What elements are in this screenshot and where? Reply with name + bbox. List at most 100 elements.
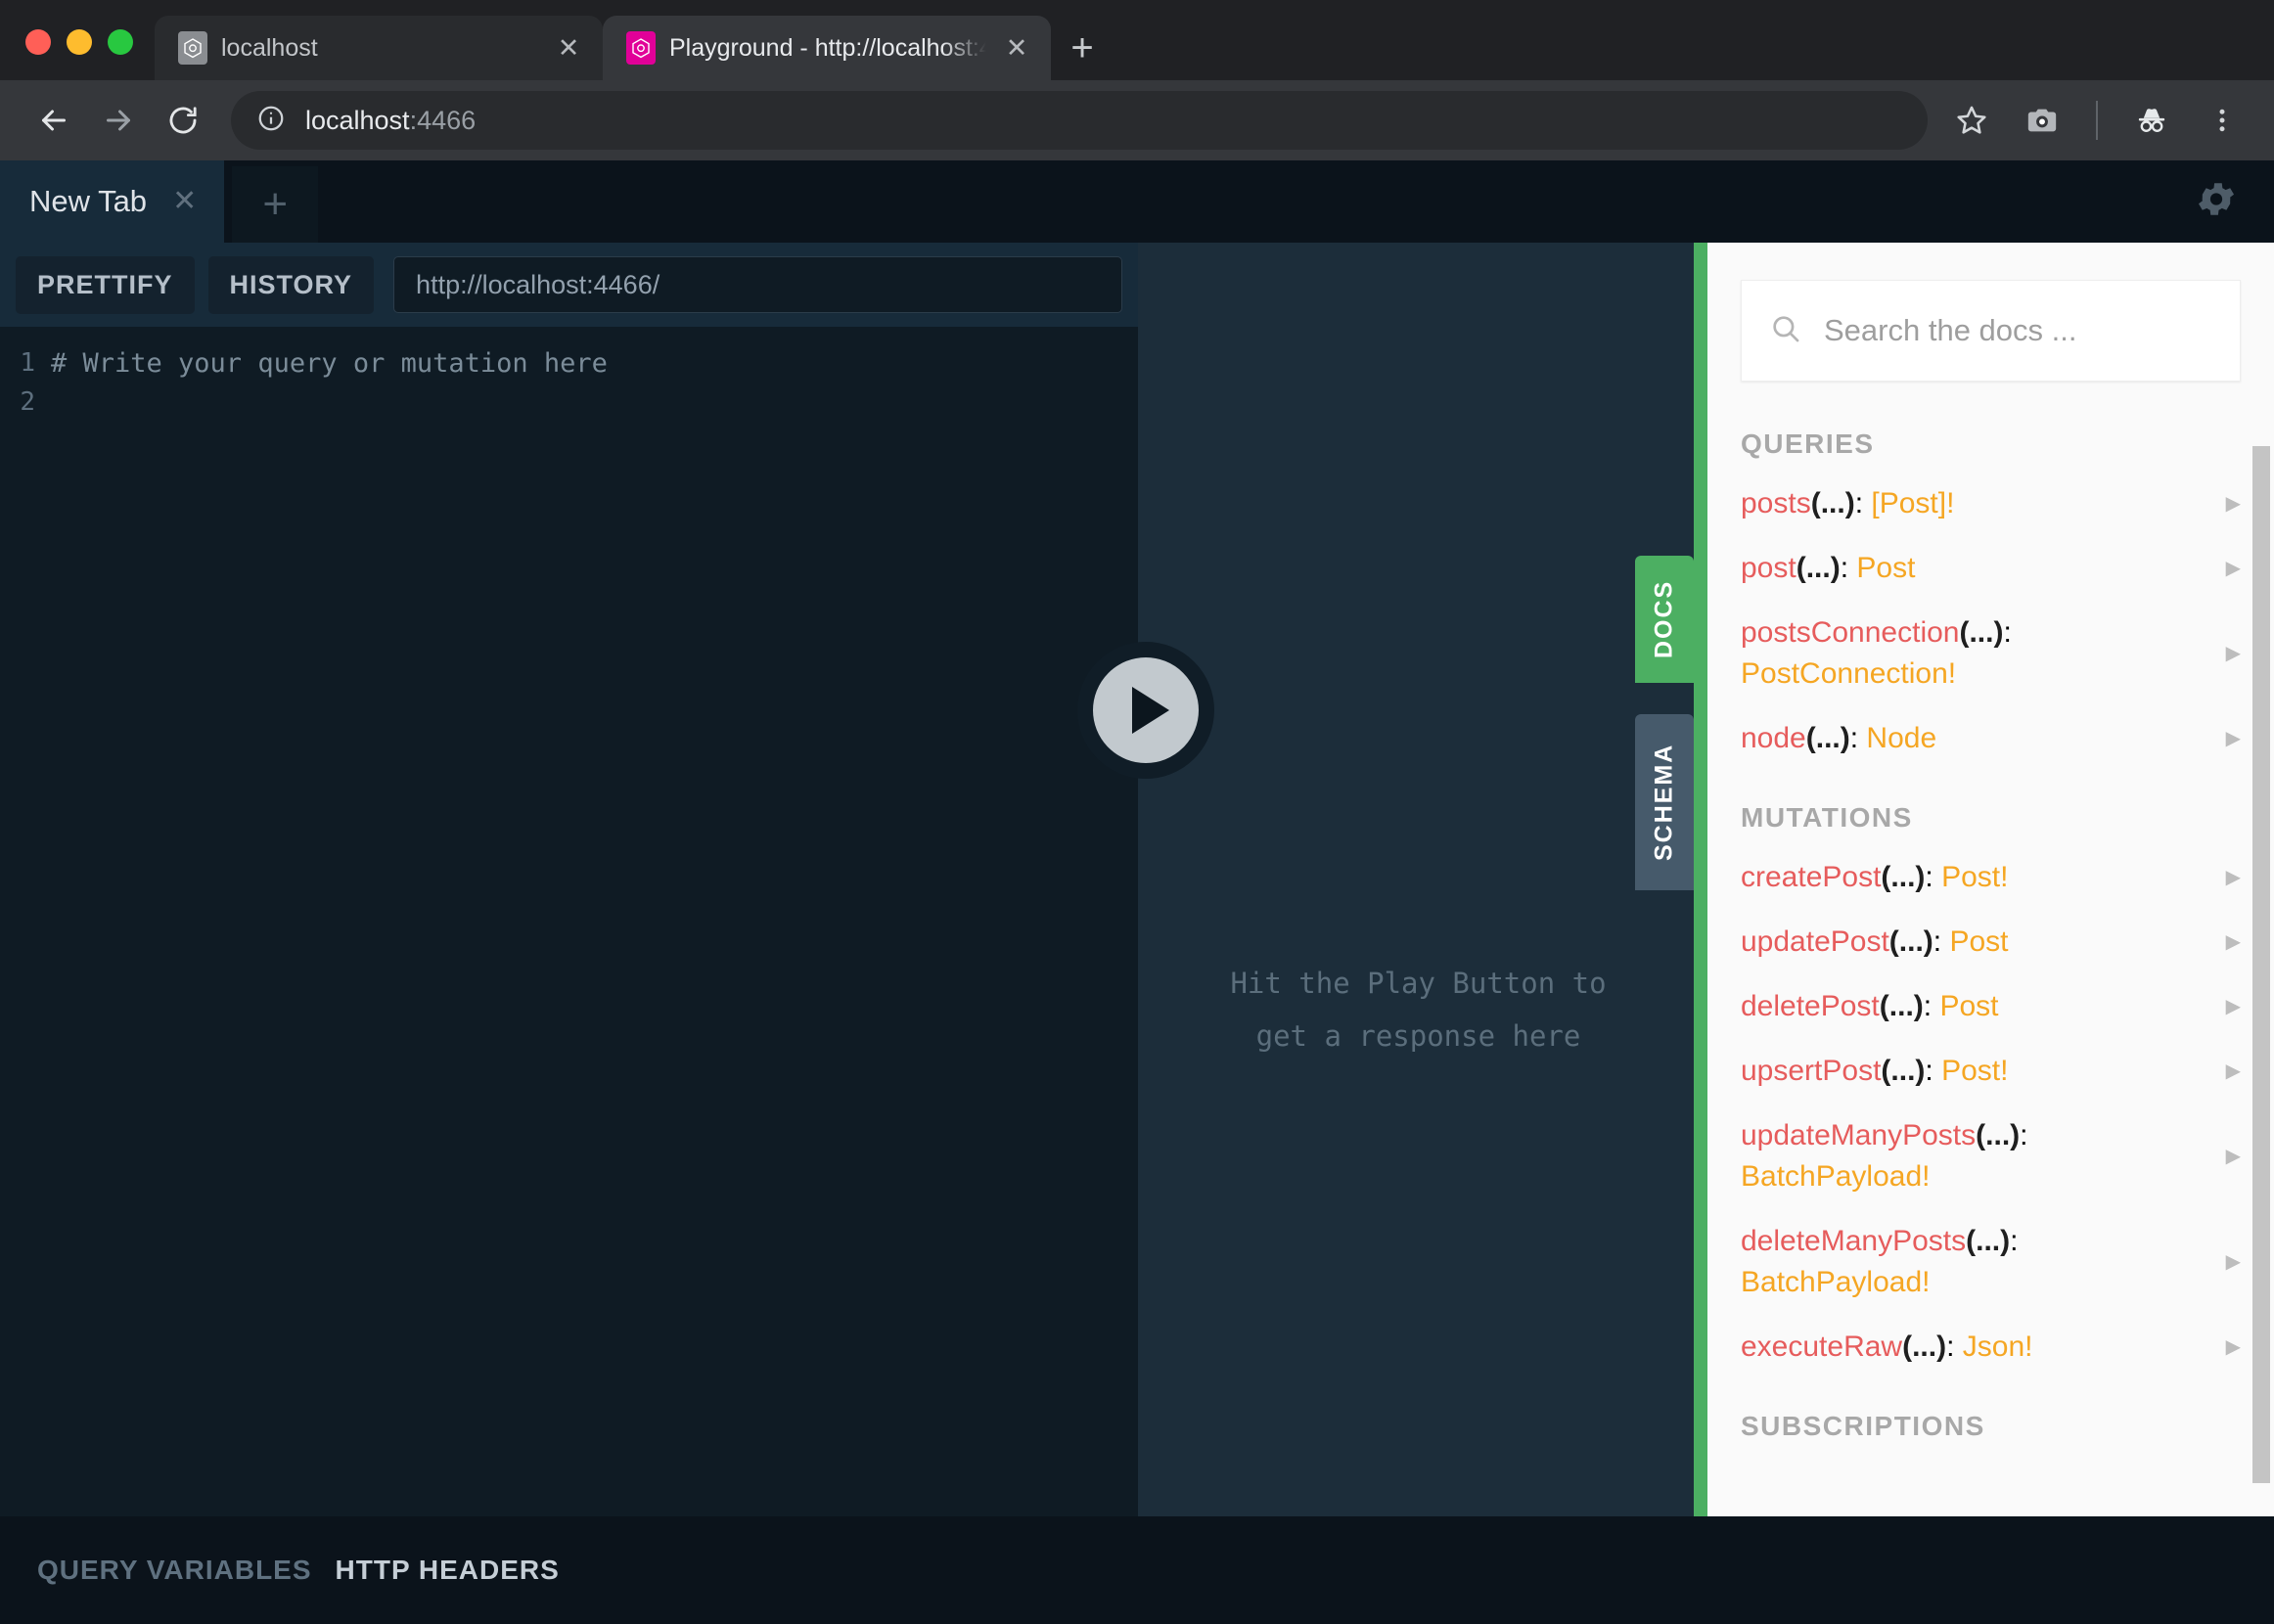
field-type: Post!: [1941, 861, 2009, 893]
code-line: 2: [0, 387, 1138, 427]
docs-search-box[interactable]: Search the docs ...: [1741, 280, 2241, 382]
docs-field-signature: postsConnection(...): PostConnection!: [1741, 616, 2012, 690]
forward-icon[interactable]: [86, 88, 151, 153]
line-number: 2: [20, 387, 35, 417]
close-icon[interactable]: ✕: [1000, 34, 1033, 62]
url-port: :4466: [409, 105, 477, 135]
field-args: (...): [1881, 861, 1926, 893]
docs-schema-tabs: DOCS SCHEMA: [1635, 243, 1694, 1624]
response-placeholder-text: Hit the Play Button to get a response he…: [1230, 967, 1607, 1053]
field-type: Node: [1866, 722, 1937, 754]
docs-section-heading-subscriptions: SUBSCRIPTIONS: [1741, 1411, 1985, 1441]
incognito-icon[interactable]: [2121, 90, 2182, 151]
chevron-right-icon[interactable]: ▶: [2226, 729, 2241, 748]
execute-query-button[interactable]: [1077, 642, 1214, 779]
chevron-right-icon[interactable]: ▶: [2226, 997, 2241, 1016]
field-args: (...): [1796, 552, 1841, 584]
back-icon[interactable]: [22, 88, 86, 153]
docs-field-executeRaw[interactable]: executeRaw(...): Json! ▶: [1741, 1327, 2241, 1368]
docs-scrollbar[interactable]: [2252, 446, 2270, 1483]
play-icon: [1132, 687, 1169, 734]
field-args: (...): [1805, 722, 1850, 754]
code-text: # Write your query or mutation here: [51, 348, 608, 379]
field-name: post: [1741, 552, 1796, 584]
three-dot-menu-icon[interactable]: [2192, 90, 2252, 151]
field-type: Post: [1856, 552, 1916, 584]
address-bar[interactable]: localhost:4466: [231, 91, 1928, 150]
chevron-right-icon[interactable]: ▶: [2226, 932, 2241, 952]
docs-field-post[interactable]: post(...): Post ▶: [1741, 548, 2241, 589]
field-args: (...): [1810, 487, 1855, 519]
docs-tab[interactable]: DOCS: [1635, 556, 1694, 683]
docs-field-postsConnection[interactable]: postsConnection(...): PostConnection! ▶: [1741, 612, 2241, 695]
docs-search-wrapper: Search the docs ...: [1707, 243, 2274, 415]
graphql-logo-grey-icon: [178, 31, 207, 65]
docs-field-signature: deleteManyPosts(...): BatchPayload!: [1741, 1225, 2019, 1298]
reload-icon[interactable]: [151, 88, 215, 153]
docs-section-heading-queries: QUERIES: [1741, 429, 1875, 459]
query-editor[interactable]: 1 # Write your query or mutation here 2: [0, 327, 1138, 1516]
field-args: (...): [1888, 925, 1933, 958]
code-line: 1 # Write your query or mutation here: [0, 348, 1138, 387]
close-icon[interactable]: ✕: [552, 34, 585, 62]
bookmark-star-icon[interactable]: [1941, 90, 2002, 151]
graphql-playground: New Tab ✕ + PRETTIFY HISTORY http://loca…: [0, 160, 2274, 1624]
maximize-window-button[interactable]: [108, 29, 133, 55]
add-playground-tab-button[interactable]: +: [232, 166, 319, 243]
browser-tab-title: localhost: [221, 33, 318, 62]
line-number: 1: [20, 348, 35, 378]
response-pane: Hit the Play Button to get a response he…: [1138, 243, 1699, 1624]
docs-search-placeholder: Search the docs ...: [1824, 313, 2077, 347]
browser-tab-localhost[interactable]: localhost ✕: [155, 16, 603, 80]
docs-field-signature: upsertPost(...): Post!: [1741, 1055, 2009, 1087]
schema-tab[interactable]: SCHEMA: [1635, 714, 1694, 890]
close-icon[interactable]: ✕: [172, 187, 197, 216]
docs-field-signature: post(...): Post: [1741, 552, 1916, 584]
chevron-right-icon[interactable]: ▶: [2226, 1337, 2241, 1357]
close-window-button[interactable]: [25, 29, 51, 55]
gear-icon[interactable]: [2194, 177, 2239, 227]
docs-field-createPost[interactable]: createPost(...): Post! ▶: [1741, 857, 2241, 898]
camera-icon[interactable]: [2012, 90, 2072, 151]
history-button[interactable]: HISTORY: [207, 255, 375, 314]
minimize-window-button[interactable]: [67, 29, 92, 55]
docs-field-list: QUERIES posts(...): [Post]! ▶ post(...):…: [1707, 429, 2274, 1442]
docs-field-node[interactable]: node(...): Node ▶: [1741, 718, 2241, 759]
docs-field-deleteManyPosts[interactable]: deleteManyPosts(...): BatchPayload! ▶: [1741, 1221, 2241, 1303]
http-headers-tab[interactable]: HTTP HEADERS: [336, 1555, 560, 1586]
info-icon[interactable]: [256, 104, 286, 138]
field-name: upsertPost: [1741, 1055, 1882, 1087]
field-type: BatchPayload!: [1741, 1266, 1931, 1298]
docs-field-upsertPost[interactable]: upsertPost(...): Post! ▶: [1741, 1051, 2241, 1092]
docs-field-updateManyPosts[interactable]: updateManyPosts(...): BatchPayload! ▶: [1741, 1115, 2241, 1197]
window-traffic-lights: [0, 29, 155, 80]
query-variables-tab[interactable]: QUERY VARIABLES: [37, 1555, 312, 1586]
new-browser-tab-button[interactable]: +: [1051, 16, 1114, 80]
browser-tab-title: Playground - http://localhost:4466/: [669, 33, 986, 62]
endpoint-input[interactable]: http://localhost:4466/: [393, 256, 1122, 313]
prettify-button[interactable]: PRETTIFY: [16, 255, 195, 314]
browser-tab-playground[interactable]: Playground - http://localhost:4466/ ✕: [603, 16, 1051, 80]
chevron-right-icon[interactable]: ▶: [2226, 868, 2241, 887]
chevron-right-icon[interactable]: ▶: [2226, 559, 2241, 578]
field-type: Post!: [1941, 1055, 2009, 1087]
playground-tab-new-tab[interactable]: New Tab ✕: [0, 160, 225, 243]
field-name: posts: [1741, 487, 1811, 519]
chevron-right-icon[interactable]: ▶: [2226, 644, 2241, 663]
docs-field-deletePost[interactable]: deletePost(...): Post ▶: [1741, 986, 2241, 1027]
chevron-right-icon[interactable]: ▶: [2226, 1252, 2241, 1272]
docs-field-signature: updateManyPosts(...): BatchPayload!: [1741, 1119, 2028, 1193]
field-name: executeRaw: [1741, 1331, 1903, 1363]
graphql-logo-pink-icon: [626, 31, 656, 65]
field-type: Json!: [1962, 1331, 2033, 1363]
docs-field-posts[interactable]: posts(...): [Post]! ▶: [1741, 483, 2241, 524]
chevron-right-icon[interactable]: ▶: [2226, 1061, 2241, 1081]
docs-panel: Search the docs ... QUERIES posts(...): …: [1694, 243, 2274, 1624]
field-type: Post: [1949, 925, 2009, 958]
address-bar-url: localhost:4466: [305, 106, 476, 136]
docs-field-updatePost[interactable]: updatePost(...): Post ▶: [1741, 922, 2241, 963]
docs-field-signature: updatePost(...): Post: [1741, 925, 2009, 958]
chevron-right-icon[interactable]: ▶: [2226, 494, 2241, 514]
chevron-right-icon[interactable]: ▶: [2226, 1147, 2241, 1166]
editor-footer: QUERY VARIABLES HTTP HEADERS: [0, 1516, 2274, 1624]
